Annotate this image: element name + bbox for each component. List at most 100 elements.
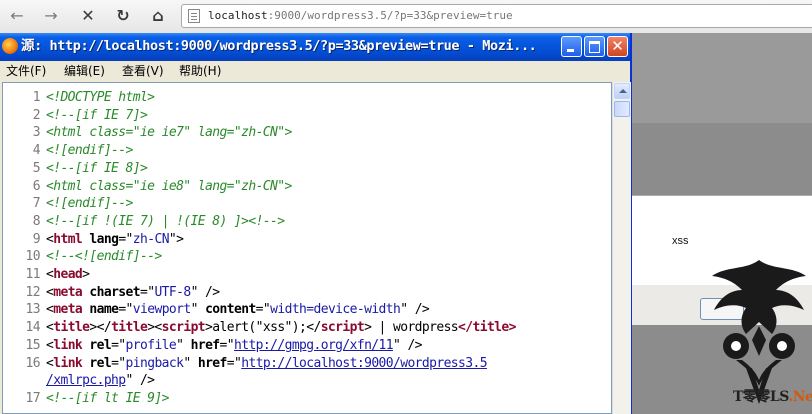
source-token: " bbox=[176, 337, 191, 353]
source-token: <!DOCTYPE html> bbox=[46, 90, 155, 105]
line-number: 13 bbox=[25, 302, 41, 318]
source-line: 9 <html lang="zh-CN"> bbox=[3, 231, 184, 249]
source-line: 11 <head> bbox=[3, 266, 90, 284]
forward-icon[interactable]: → bbox=[40, 6, 62, 26]
source-line: 5 <!--[if IE 8]> bbox=[3, 160, 148, 178]
source-line: 13 <meta name="viewport" content="width=d… bbox=[3, 301, 430, 319]
source-token: alert("xss"); bbox=[212, 320, 307, 336]
source-token: =" bbox=[255, 302, 271, 318]
stop-icon[interactable]: ✕ bbox=[77, 6, 99, 26]
page-icon bbox=[188, 9, 200, 23]
source-token: name bbox=[89, 302, 119, 318]
source-token: content bbox=[205, 302, 256, 318]
line-number: 12 bbox=[25, 284, 41, 300]
line-number: 11 bbox=[25, 267, 41, 282]
scroll-thumb[interactable] bbox=[614, 101, 630, 117]
source-token: zh-CN bbox=[132, 231, 170, 247]
source-token: <html class="ie ie8" lang="zh-CN"> bbox=[46, 178, 292, 194]
source-line: 6 <html class="ie ie8" lang="zh-CN"> bbox=[3, 178, 293, 196]
source-token: viewport bbox=[132, 302, 191, 318]
source-token: title bbox=[53, 320, 90, 336]
source-token: script bbox=[320, 320, 365, 336]
source-token: " bbox=[190, 302, 206, 318]
close-button[interactable]: ✕ bbox=[607, 36, 628, 57]
minimize-button[interactable] bbox=[561, 36, 582, 57]
source-line: 3 <html class="ie ie7" lang="zh-CN"> bbox=[3, 124, 293, 142]
menu-view[interactable]: 查看(V) bbox=[122, 61, 164, 81]
source-line: 17 <!--[if lt IE 9]> bbox=[3, 390, 170, 408]
back-icon[interactable]: ← bbox=[6, 6, 28, 26]
source-token: title bbox=[111, 320, 148, 336]
source-token: <![endif]--> bbox=[46, 196, 133, 212]
source-token: script bbox=[161, 320, 206, 336]
source-token: =" bbox=[111, 355, 126, 371]
source-token: meta bbox=[53, 284, 83, 300]
source-token: rel bbox=[89, 337, 112, 353]
source-line: 14 <title></title><script>alert("xss");</… bbox=[3, 319, 517, 337]
home-icon[interactable]: ⌂ bbox=[147, 6, 169, 26]
url-host: localhost bbox=[208, 9, 268, 22]
watermark-net: .Net bbox=[788, 389, 812, 405]
line-number: 5 bbox=[32, 160, 41, 176]
source-token: <!--[if IE 8]> bbox=[46, 160, 148, 176]
source-token: rel bbox=[89, 355, 112, 371]
source-token: >< bbox=[147, 320, 162, 336]
source-token: href bbox=[190, 337, 221, 353]
source-token: <!--<![endif]--> bbox=[46, 249, 162, 265]
menu-edit[interactable]: 编辑(E) bbox=[64, 61, 105, 81]
source-line: 7 <![endif]--> bbox=[3, 195, 134, 213]
line-number: 17 bbox=[25, 390, 41, 406]
source-token: <![endif]--> bbox=[46, 143, 133, 159]
source-token: UTF-8 bbox=[154, 284, 191, 300]
vertical-scrollbar[interactable] bbox=[612, 82, 631, 414]
source-token: | wordpress bbox=[371, 320, 459, 336]
scroll-up-icon[interactable] bbox=[614, 83, 630, 99]
source-token: lang bbox=[89, 231, 119, 247]
source-token: =" bbox=[111, 337, 126, 353]
source-token: link bbox=[53, 337, 83, 353]
maximize-button[interactable] bbox=[584, 36, 605, 57]
source-line: 12 <meta charset="UTF-8" /> bbox=[3, 284, 221, 302]
source-code-view[interactable]: 1 <!DOCTYPE html> 2 <!--[if IE 7]> 3 <html cl… bbox=[2, 82, 612, 414]
source-token: =" bbox=[219, 337, 235, 353]
source-token: <html class="ie ie7" lang="zh-CN"> bbox=[46, 125, 292, 141]
menu-help[interactable]: 帮助(H) bbox=[179, 61, 221, 81]
source-line: 16 <link rel="pingback" href="http://loca… bbox=[3, 355, 488, 373]
source-token: " /> bbox=[400, 302, 430, 318]
menu-bar: 文件(F) 编辑(E) 查看(V) 帮助(H) bbox=[0, 61, 630, 81]
source-token: <!--[if lt IE 9]> bbox=[46, 390, 169, 406]
source-token: href bbox=[197, 355, 228, 371]
line-number: 14 bbox=[25, 320, 41, 336]
source-token: " /> bbox=[190, 284, 221, 300]
source-token: charset bbox=[89, 284, 140, 300]
source-line: /xmlrpc.php" /> bbox=[3, 372, 155, 390]
source-token: html bbox=[53, 231, 83, 247]
reload-icon[interactable]: ↻ bbox=[112, 6, 134, 26]
source-token: pingback bbox=[125, 355, 184, 371]
source-link[interactable]: /xmlrpc.php bbox=[46, 373, 126, 388]
line-number: 9 bbox=[32, 231, 41, 247]
source-link[interactable]: http://gmpg.org/xfn/11 bbox=[234, 338, 394, 353]
menu-file[interactable]: 文件(F) bbox=[6, 61, 46, 81]
line-number: 3 bbox=[32, 125, 41, 141]
source-link[interactable]: http://localhost:9000/wordpress3.5 bbox=[241, 356, 487, 371]
source-token: <!--[if IE 7]> bbox=[46, 107, 148, 123]
source-token: </title> bbox=[458, 320, 516, 336]
source-token: <!--[if !(IE 7) | !(IE 8) ]><!--> bbox=[46, 213, 285, 229]
source-token: </ bbox=[306, 320, 321, 336]
source-line: 2 <!--[if IE 7]> bbox=[3, 107, 148, 125]
source-line: 1 <!DOCTYPE html> bbox=[3, 89, 155, 107]
address-bar[interactable]: localhost:9000/wordpress3.5/?p=33&previe… bbox=[181, 4, 812, 28]
view-source-window: 源: http://localhost:9000/wordpress3.5/?p… bbox=[0, 33, 632, 414]
source-line: 8 <!--[if !(IE 7) | !(IE 8) ]><!--> bbox=[3, 213, 285, 231]
source-token: =" bbox=[118, 231, 133, 247]
line-number: 4 bbox=[32, 143, 41, 159]
alert-message: xss bbox=[672, 235, 689, 247]
window-title: 源: http://localhost:9000/wordpress3.5/?p… bbox=[21, 38, 537, 54]
window-titlebar[interactable]: 源: http://localhost:9000/wordpress3.5/?p… bbox=[0, 33, 630, 61]
watermark-brand: T零零LS bbox=[733, 389, 789, 405]
source-line: 10 <!--<![endif]--> bbox=[3, 248, 163, 266]
source-token: width=device-width bbox=[270, 302, 401, 318]
url-text[interactable]: localhost:9000/wordpress3.5/?p=33&previe… bbox=[208, 5, 513, 27]
line-number: 6 bbox=[32, 178, 41, 194]
